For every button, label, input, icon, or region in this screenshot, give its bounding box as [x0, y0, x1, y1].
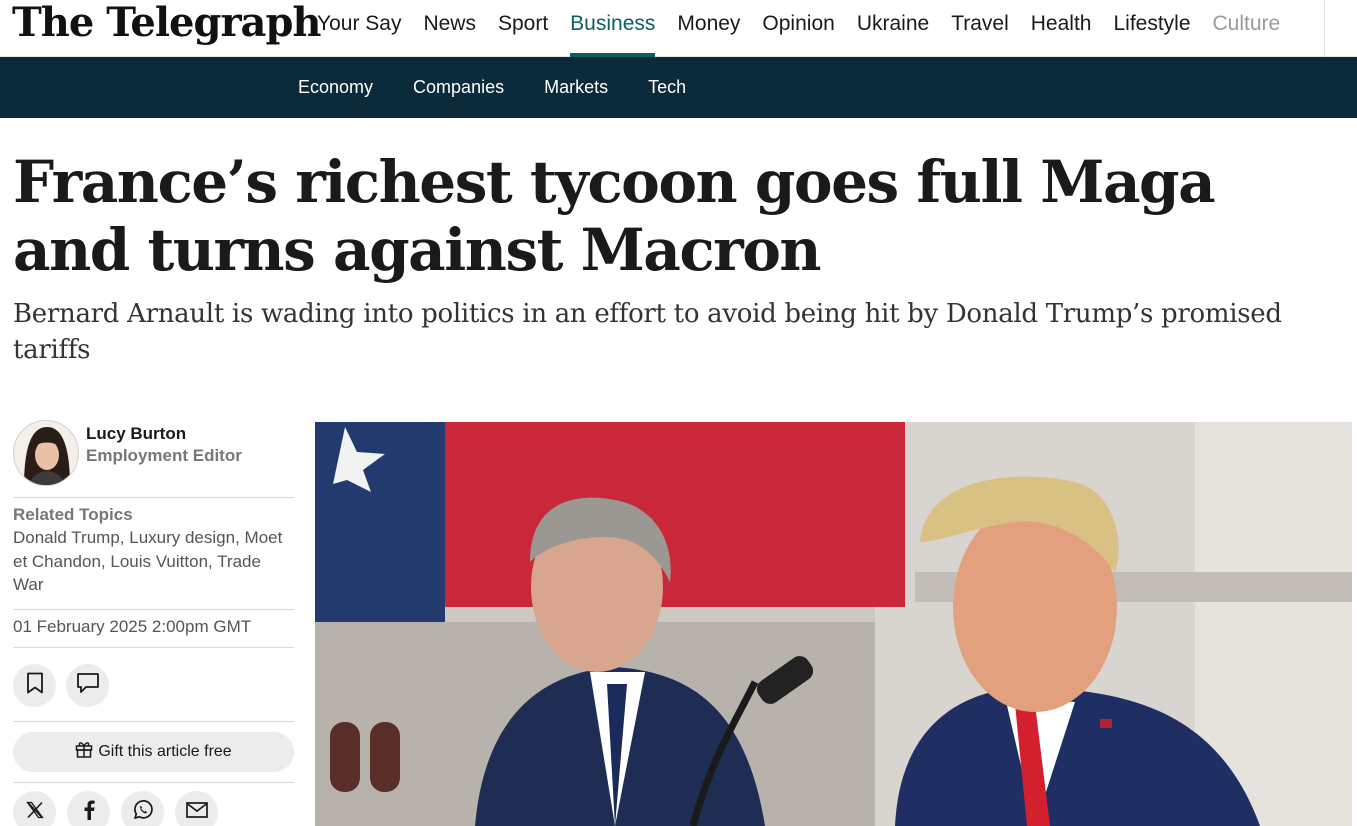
share-x-button[interactable]: [13, 790, 56, 826]
lead-photo: [315, 422, 1352, 826]
author-role: Employment Editor: [86, 446, 242, 465]
comments-button[interactable]: [66, 663, 109, 707]
gift-section: Gift this article free: [13, 722, 294, 783]
nav-item-travel[interactable]: Travel: [940, 0, 1020, 57]
nav-item-sport[interactable]: Sport: [487, 0, 559, 57]
related-topics-list: Donald Trump, Luxury design, Moet et Cha…: [13, 528, 283, 594]
nav-item-ukraine[interactable]: Ukraine: [846, 0, 940, 57]
gift-article-button[interactable]: Gift this article free: [13, 731, 294, 772]
nav-item-lifestyle[interactable]: Lifestyle: [1102, 0, 1201, 57]
article-standfirst: Bernard Arnault is wading into politics …: [13, 299, 1282, 365]
x-icon: [25, 801, 44, 824]
related-topics-title: Related Topics: [13, 505, 133, 524]
author-block: Lucy Burton Employment Editor: [13, 420, 294, 498]
top-navigation: The Telegraph Your Say News Sport Busine…: [0, 0, 1357, 57]
article-sidebar: Lucy Burton Employment Editor Related To…: [13, 420, 294, 826]
nav-item-opinion[interactable]: Opinion: [751, 0, 845, 57]
subnav-item-economy[interactable]: Economy: [278, 57, 393, 118]
author-name[interactable]: Lucy Burton: [86, 423, 242, 445]
nav-item-health[interactable]: Health: [1020, 0, 1103, 57]
sub-navigation: Economy Companies Markets Tech: [0, 57, 1357, 118]
nav-item-your-say[interactable]: Your Say: [306, 0, 412, 57]
nav-divider: [1324, 0, 1325, 57]
nav-item-news[interactable]: News: [412, 0, 487, 57]
nav-item-business[interactable]: Business: [559, 0, 666, 57]
share-facebook-button[interactable]: [67, 790, 110, 826]
share-whatsapp-button[interactable]: [121, 790, 164, 826]
gift-icon: [75, 740, 98, 763]
whatsapp-icon: [132, 799, 154, 826]
nav-item-money[interactable]: Money: [666, 0, 751, 57]
subnav-item-tech[interactable]: Tech: [628, 57, 706, 118]
facebook-icon: [83, 800, 95, 825]
bookmark-button[interactable]: [13, 663, 56, 707]
comment-icon: [76, 672, 100, 699]
subnav-list: Economy Companies Markets Tech: [278, 57, 706, 118]
article-actions: [13, 648, 294, 722]
main-nav: Your Say News Sport Business Money Opini…: [306, 0, 1291, 57]
subnav-item-markets[interactable]: Markets: [524, 57, 628, 118]
share-buttons: [13, 783, 294, 826]
topic-link[interactable]: Louis Vuitton: [110, 552, 208, 571]
share-email-button[interactable]: [175, 790, 218, 826]
subnav-item-companies[interactable]: Companies: [393, 57, 524, 118]
author-text: Lucy Burton Employment Editor: [86, 423, 242, 467]
telegraph-logo[interactable]: The Telegraph: [12, 0, 322, 52]
gift-label: Gift this article free: [98, 742, 232, 760]
topic-link[interactable]: Donald Trump: [13, 528, 120, 547]
nav-item-culture[interactable]: Culture: [1202, 0, 1292, 57]
publish-date: 01 February 2025 2:00pm GMT: [13, 610, 294, 648]
bookmark-icon: [26, 672, 44, 699]
related-topics: Related Topics Donald Trump, Luxury desi…: [13, 498, 294, 610]
article-headline: France’s richest tycoon goes full Maga a…: [13, 148, 1216, 284]
author-avatar[interactable]: [13, 420, 79, 486]
topic-link[interactable]: Luxury design: [129, 528, 235, 547]
email-icon: [185, 801, 208, 823]
